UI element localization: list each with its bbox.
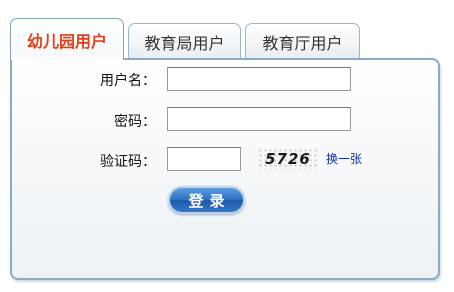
login-widget: 幼儿园用户 教育局用户 教育厅用户 用户名： 密码： 验证码： 5726 换一张… xyxy=(0,0,454,292)
login-button[interactable]: 登录 xyxy=(168,186,245,214)
tab-education-bureau-user[interactable]: 教育局用户 xyxy=(128,23,241,60)
tab-label: 教育局用户 xyxy=(144,34,225,53)
tab-education-department-user[interactable]: 教育厅用户 xyxy=(245,23,360,60)
tab-label: 幼儿园用户 xyxy=(26,31,107,51)
captcha-image: 5726 xyxy=(258,148,318,170)
captcha-label: 验证码： xyxy=(100,154,156,170)
refresh-captcha-link[interactable]: 换一张 xyxy=(326,150,362,167)
tab-label: 教育厅用户 xyxy=(262,34,343,53)
password-input[interactable] xyxy=(167,107,351,131)
login-button-label: 登录 xyxy=(188,191,231,210)
username-input[interactable] xyxy=(167,67,351,91)
captcha-input[interactable] xyxy=(167,147,241,171)
password-label: 密码： xyxy=(114,114,156,130)
username-label: 用户名： xyxy=(100,73,156,89)
captcha-text: 5726 xyxy=(265,150,311,168)
tab-kindergarten-user[interactable]: 幼儿园用户 xyxy=(10,18,124,60)
active-tab-join xyxy=(12,56,122,61)
